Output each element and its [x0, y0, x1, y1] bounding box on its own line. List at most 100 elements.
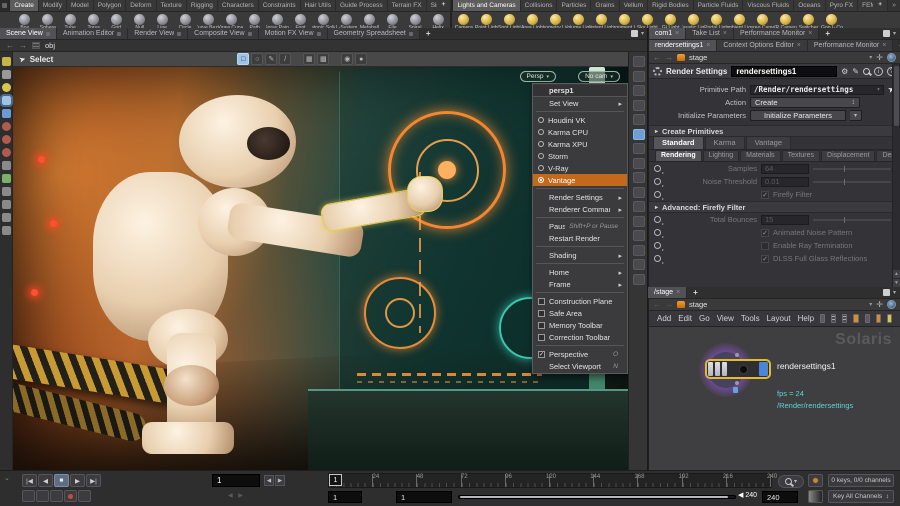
sim-toggle-icon[interactable]: [78, 490, 91, 502]
node-list-icon[interactable]: [32, 42, 40, 49]
sticky-note-icon[interactable]: [887, 314, 892, 323]
select-fully-icon[interactable]: ●: [355, 53, 367, 65]
menu-item[interactable]: Vantage: [533, 174, 627, 186]
layout-nodes-icon[interactable]: [865, 314, 870, 323]
pane-maximize-icon[interactable]: [631, 30, 638, 37]
close-icon[interactable]: ×: [675, 30, 679, 37]
global-range-start-field[interactable]: 1: [328, 491, 362, 503]
menu-item[interactable]: Set View: [533, 97, 627, 109]
breadcrumb[interactable]: stage: [689, 300, 707, 309]
network-tab[interactable]: /stage ×: [648, 287, 687, 298]
close-icon[interactable]: ×: [882, 42, 886, 49]
camera-pill[interactable]: Persp ▾: [520, 71, 557, 82]
renderer-tab[interactable]: Standard: [653, 136, 704, 149]
total-bounces-field[interactable]: 15: [761, 215, 809, 225]
lock-camera-icon[interactable]: [633, 85, 645, 96]
frame-fwd-icon[interactable]: ▶: [275, 475, 285, 486]
menu-item[interactable]: Restart Render: [533, 232, 627, 244]
add-pane-tab-button[interactable]: +: [819, 28, 836, 39]
add-pane-tab-button[interactable]: +: [420, 28, 437, 39]
select-tool-icon[interactable]: [2, 96, 11, 105]
audio-toggle-icon[interactable]: [36, 490, 49, 502]
play-button[interactable]: ▶: [70, 474, 85, 487]
pin-icon[interactable]: ✛: [876, 53, 883, 62]
shelf-tab[interactable]: Oceans: [794, 0, 825, 11]
add-shelf-tab-button[interactable]: +: [437, 0, 452, 11]
pane-tab[interactable]: Render View: [128, 28, 188, 39]
layout-tool-icon[interactable]: [2, 57, 11, 66]
pane-menu-icon[interactable]: ▾: [893, 289, 896, 296]
headlight-icon[interactable]: [633, 143, 645, 154]
pin-icon[interactable]: ✛: [876, 300, 883, 309]
parameter-menu-icon[interactable]: [654, 191, 661, 198]
node-input-connector[interactable]: [735, 353, 739, 357]
texture-icon[interactable]: [633, 216, 645, 227]
shelf-tab[interactable]: Modify: [39, 0, 67, 11]
shelf-tab[interactable]: Rigging: [187, 0, 218, 11]
snap-tool-icon[interactable]: [2, 174, 11, 183]
jump-start-button[interactable]: |◀: [22, 474, 37, 487]
tools-icon[interactable]: [820, 314, 825, 323]
forward-icon[interactable]: →: [19, 41, 27, 50]
shelf-tab[interactable]: Grains: [591, 0, 619, 11]
menu-item[interactable]: Renderer Commands: [533, 203, 627, 215]
autokey-icon[interactable]: [64, 490, 77, 502]
pane-tab[interactable]: com1 ×: [649, 28, 686, 39]
radial-menu-icon[interactable]: [887, 300, 896, 309]
parameter-menu-icon[interactable]: [654, 216, 661, 223]
select-groups-icon[interactable]: ▦: [303, 53, 315, 65]
breadcrumb[interactable]: stage: [689, 53, 707, 62]
info-icon[interactable]: i: [874, 67, 883, 76]
rendersettings-node[interactable]: [705, 359, 771, 379]
lock-selection-icon[interactable]: [2, 109, 11, 118]
wireframe-icon[interactable]: [633, 259, 645, 270]
current-path[interactable]: obj: [45, 41, 55, 50]
normals-icon[interactable]: [633, 274, 645, 285]
menu-item[interactable]: [536, 292, 624, 293]
noise-threshold-slider[interactable]: [813, 181, 891, 183]
renderer-tab[interactable]: Vantage: [746, 136, 791, 149]
parameter-menu-icon[interactable]: [654, 165, 661, 172]
close-icon[interactable]: ×: [723, 30, 727, 37]
key-all-channels-dropdown[interactable]: Key All Channels ↕: [828, 490, 894, 503]
menu-item[interactable]: Correction Toolbar: [533, 331, 627, 343]
color-palette-icon[interactable]: [853, 314, 858, 323]
add-pane-tab-button[interactable]: +: [893, 40, 900, 51]
close-icon[interactable]: ×: [808, 30, 812, 37]
menu-item[interactable]: V-Ray: [533, 162, 627, 174]
menu-item[interactable]: Select Viewport N: [533, 360, 627, 372]
playback-range-start-field[interactable]: 1: [396, 491, 452, 503]
dopesheet-icon[interactable]: [808, 490, 823, 503]
menu-item[interactable]: Render Settings: [533, 191, 627, 203]
shelf-tab[interactable]: Constraints: [259, 0, 301, 11]
forward-icon[interactable]: →: [665, 300, 673, 309]
shelf-tab[interactable]: Hair Utils: [301, 0, 336, 11]
menu-item[interactable]: [536, 246, 624, 247]
grid-view-icon[interactable]: [842, 314, 847, 323]
menu-bar-item[interactable]: Go: [699, 314, 710, 323]
peak-tool-icon[interactable]: [2, 226, 11, 235]
geometry-display-icon[interactable]: [633, 230, 645, 241]
pane-maximize-icon[interactable]: [883, 30, 890, 37]
pane-tab-menu-icon[interactable]: [248, 32, 252, 36]
node-name-label[interactable]: rendersettings1: [777, 361, 836, 371]
category-tab[interactable]: Lighting: [703, 150, 740, 161]
viewport-canvas[interactable]: Persp ▾ No cam ▾ persp1 Set View: [13, 67, 628, 470]
playhead[interactable]: 1: [329, 474, 342, 486]
node-name-field[interactable]: rendersettings1: [731, 66, 837, 77]
menu-item[interactable]: Karma CPU: [533, 126, 627, 138]
category-tab[interactable]: Textures: [782, 150, 820, 161]
close-icon[interactable]: ×: [676, 289, 680, 296]
range-slider[interactable]: [458, 495, 736, 499]
parameter-menu-icon[interactable]: [654, 229, 661, 236]
primitive-path-field[interactable]: /Render/rendersettings ▾: [750, 85, 884, 95]
chevron-down-icon[interactable]: ▾: [877, 86, 881, 93]
chevron-down-icon[interactable]: ▾: [850, 110, 862, 121]
paint-select-icon[interactable]: ✎: [265, 53, 277, 65]
shelf-tab[interactable]: Create: [10, 0, 39, 11]
view-tool-icon[interactable]: [2, 70, 11, 79]
firefly-filter-checkbox[interactable]: [761, 191, 769, 199]
pane-menu-icon[interactable]: ▾: [893, 30, 896, 37]
shapes-palette-icon[interactable]: [876, 314, 881, 323]
lighting-mode-icon[interactable]: [633, 129, 645, 140]
